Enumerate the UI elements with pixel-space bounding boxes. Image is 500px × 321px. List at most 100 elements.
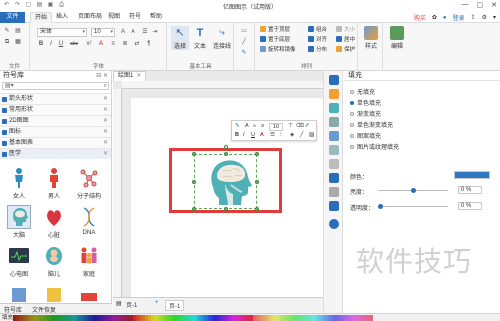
- align-left-icon[interactable]: ≡: [109, 40, 117, 48]
- align-button[interactable]: 对齐: [308, 36, 327, 44]
- text-tool-button[interactable]: T 文本: [191, 26, 209, 50]
- superscript-icon[interactable]: x²: [85, 40, 93, 48]
- font-grow-button[interactable]: A: [119, 28, 127, 36]
- library-category[interactable]: 基本图表 ✕: [0, 137, 111, 148]
- fill-option-gradient[interactable]: 渐变填充: [350, 109, 381, 118]
- float-fill-icon[interactable]: ◈: [290, 132, 294, 138]
- bring-front-button[interactable]: 置于顶层: [260, 26, 290, 34]
- page-tab-selector[interactable]: 页-1: [126, 300, 137, 309]
- paragraph-icon[interactable]: ¶: [145, 40, 153, 48]
- font-family-select[interactable]: 宋体: [37, 28, 87, 37]
- line-panel-icon[interactable]: [329, 89, 339, 99]
- copy-icon[interactable]: ⧉: [3, 38, 11, 46]
- resize-handle[interactable]: [224, 207, 228, 211]
- float-shadow-icon[interactable]: ▨: [309, 132, 314, 138]
- float-font-size[interactable]: 10: [269, 123, 284, 131]
- image-panel-icon[interactable]: [329, 145, 339, 155]
- shape-man[interactable]: 男人: [39, 167, 69, 200]
- maximize-button[interactable]: ▢: [477, 1, 484, 9]
- float-color-button[interactable]: A: [260, 132, 264, 138]
- menu-view[interactable]: 视图: [104, 12, 124, 23]
- fill-option-none[interactable]: 无填充: [350, 87, 375, 96]
- buy-link[interactable]: 购买: [414, 13, 426, 22]
- new-icon[interactable]: ✎: [3, 27, 11, 35]
- shape-molecule[interactable]: 分子结构: [74, 167, 104, 200]
- user-icon[interactable]: ●: [443, 15, 447, 21]
- pen-icon[interactable]: ✎: [240, 49, 248, 57]
- share-icon[interactable]: ⇪: [471, 14, 476, 21]
- panel-close-icon[interactable]: ✕: [103, 73, 108, 79]
- resize-handle[interactable]: [192, 152, 196, 156]
- float-bullets-icon[interactable]: ⁝: [280, 132, 282, 138]
- gift-icon[interactable]: ✿: [432, 14, 437, 21]
- connector-tool-button[interactable]: ⤷ 连接线: [211, 26, 233, 50]
- center-button[interactable]: 居中: [336, 36, 355, 44]
- list-icon[interactable]: ☰: [141, 28, 149, 36]
- comment-panel-icon[interactable]: [329, 187, 339, 197]
- font-color-button[interactable]: A: [97, 40, 105, 48]
- shape-dna[interactable]: DNA: [74, 206, 104, 236]
- tab-close-icon[interactable]: ✕: [136, 73, 141, 79]
- page-tab-active[interactable]: 页-1: [165, 300, 185, 311]
- protect-button[interactable]: 保护: [336, 46, 355, 54]
- ribbon-collapse-icon[interactable]: ▾: [493, 14, 496, 21]
- shape-brain[interactable]: 大脑: [4, 205, 34, 239]
- select-tool-button[interactable]: ↖ 选择: [171, 26, 189, 50]
- float-underline-button[interactable]: U: [251, 132, 255, 138]
- search-icon[interactable]: ⌕: [104, 83, 107, 89]
- edit-button[interactable]: 编辑: [388, 26, 406, 50]
- rectangle-icon[interactable]: ▭: [240, 27, 248, 35]
- shape-ecg[interactable]: 心电图: [4, 245, 34, 278]
- resize-handle[interactable]: [192, 180, 196, 184]
- color-palette[interactable]: [13, 315, 373, 321]
- menu-page-layout[interactable]: 页面布局: [74, 12, 106, 23]
- menu-file[interactable]: 文件: [0, 12, 25, 23]
- layer-panel-icon[interactable]: [329, 117, 339, 127]
- transparency-slider[interactable]: [378, 204, 448, 209]
- font-shrink-button[interactable]: A: [129, 28, 137, 36]
- group-button[interactable]: 组合: [308, 26, 327, 34]
- close-icon[interactable]: ✕: [103, 149, 108, 160]
- format-painter-icon[interactable]: ✎: [235, 123, 240, 129]
- resize-handle[interactable]: [255, 207, 259, 211]
- chat-panel-icon[interactable]: [329, 201, 339, 211]
- shape-family[interactable]: 家庭: [74, 245, 104, 278]
- float-text-icon[interactable]: ⊤: [288, 123, 293, 129]
- document-tab[interactable]: 绘图1 ✕: [113, 71, 147, 81]
- style-button[interactable]: 样式: [362, 26, 380, 50]
- italic-button[interactable]: I: [47, 40, 55, 48]
- distribute-button[interactable]: 分布: [308, 46, 327, 54]
- resize-handle[interactable]: [255, 180, 259, 184]
- library-category-medical[interactable]: 医学 ✕: [0, 148, 111, 159]
- shadow-panel-icon[interactable]: [329, 103, 339, 113]
- transparency-slider-knob[interactable]: [378, 204, 383, 209]
- resize-handle[interactable]: [192, 207, 196, 211]
- shape-fetus[interactable]: 脑儿: [39, 245, 69, 278]
- library-category[interactable]: 箭头形状 ✕: [0, 93, 111, 104]
- float-erase-icon[interactable]: ⌫: [296, 123, 304, 129]
- rotate-handle[interactable]: [224, 145, 228, 149]
- library-category[interactable]: 2D图图 ✕: [0, 115, 111, 126]
- align-center-icon[interactable]: ≣: [121, 40, 129, 48]
- menu-help[interactable]: 帮助: [146, 12, 166, 23]
- fill-option-pattern[interactable]: 图案填充: [350, 131, 381, 140]
- library-menu-icon[interactable]: ▤▾: [5, 83, 14, 89]
- underline-button[interactable]: U: [57, 40, 65, 48]
- size-button[interactable]: 大小: [336, 26, 355, 34]
- menu-symbol[interactable]: 符号: [125, 12, 145, 23]
- library-category[interactable]: 常用形状 ✕: [0, 104, 111, 115]
- login-link[interactable]: 登录: [453, 13, 465, 22]
- rotate-mirror-button[interactable]: 旋转和镜像: [260, 46, 296, 54]
- fill-option-solid[interactable]: 单色填充: [350, 98, 381, 107]
- fill-panel-icon[interactable]: [329, 75, 339, 85]
- strikethrough-button[interactable]: abc: [68, 40, 80, 48]
- settings-icon[interactable]: ⚙: [482, 14, 487, 21]
- resize-handle[interactable]: [224, 152, 228, 156]
- fill-color-picker[interactable]: [454, 171, 490, 179]
- float-italic-button[interactable]: I: [243, 132, 245, 138]
- page-nav-icon[interactable]: ▤: [116, 300, 122, 307]
- resize-handle[interactable]: [255, 152, 259, 156]
- shape-woman[interactable]: 女人: [4, 167, 34, 200]
- font-size-select[interactable]: 10: [91, 28, 115, 37]
- menu-home[interactable]: 开始: [30, 12, 53, 23]
